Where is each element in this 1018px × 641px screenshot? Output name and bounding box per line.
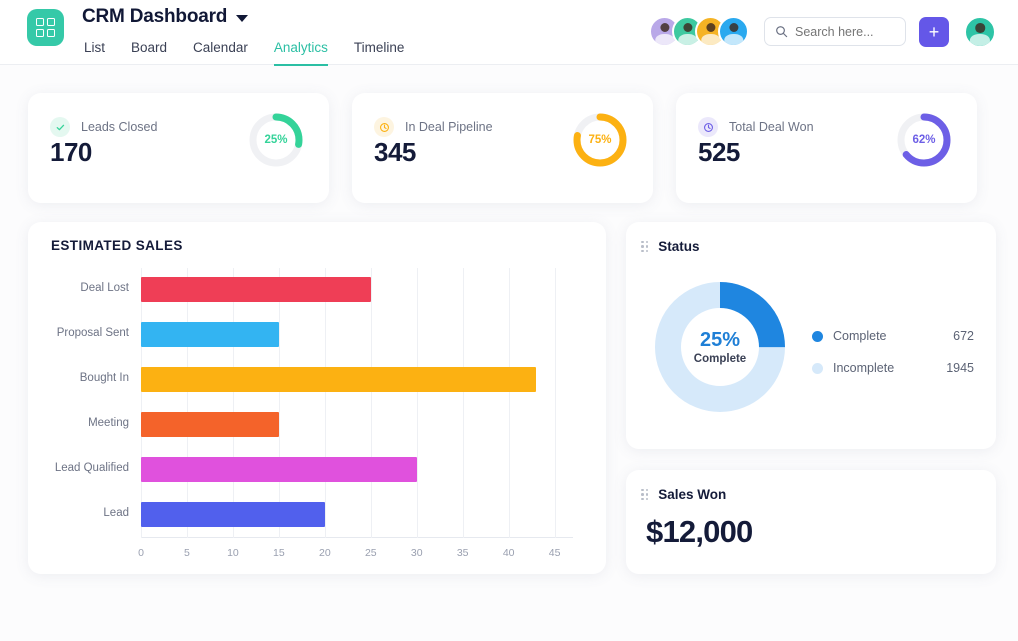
stat-value: 170: [50, 137, 92, 168]
stat-label: In Deal Pipeline: [405, 120, 493, 134]
x-axis-tick-label: 25: [365, 547, 377, 559]
stat-header: Leads Closed: [50, 117, 157, 137]
stat-value: 525: [698, 137, 740, 168]
bar-category-label: Meeting: [88, 417, 129, 429]
bar[interactable]: [141, 412, 279, 437]
avatar-current-user[interactable]: [964, 16, 996, 48]
legend-label: Complete: [833, 329, 953, 343]
bar[interactable]: [141, 502, 325, 527]
tab-analytics[interactable]: Analytics: [274, 40, 328, 66]
status-donut-chart: 25% Complete: [653, 280, 787, 414]
x-axis-tick-label: 35: [457, 547, 469, 559]
bar-category-label: Bought In: [80, 372, 129, 384]
check-circle-icon: [50, 117, 70, 137]
bar-category-label: Deal Lost: [80, 282, 129, 294]
bar[interactable]: [141, 457, 417, 482]
legend-label: Incomplete: [833, 361, 946, 375]
app-header: CRM Dashboard List Board Calendar Analyt…: [0, 0, 1018, 65]
progress-donut: 25%: [247, 111, 305, 169]
status-donut-sublabel: Complete: [694, 353, 746, 365]
stat-card-leads-closed[interactable]: Leads Closed 170 25%: [28, 93, 329, 203]
bar[interactable]: [141, 367, 536, 392]
x-axis-tick-label: 15: [273, 547, 285, 559]
status-card-header: Status: [641, 239, 699, 254]
sales-card-header: Sales Won: [641, 487, 726, 502]
legend-value: 672: [953, 329, 974, 343]
stat-card-in-deal-pipeline[interactable]: In Deal Pipeline 345 75%: [352, 93, 653, 203]
legend-dot-incomplete: [812, 363, 823, 374]
chart-title: ESTIMATED SALES: [51, 238, 183, 253]
bar-row: Proposal Sent: [141, 313, 573, 358]
status-card: Status 25% Complete Complete 672 Incompl…: [626, 222, 996, 449]
x-axis-tick-label: 40: [503, 547, 515, 559]
app-logo: [27, 9, 64, 46]
tab-calendar[interactable]: Calendar: [193, 40, 248, 66]
page-title: CRM Dashboard: [82, 6, 227, 28]
stat-label: Total Deal Won: [729, 120, 814, 134]
bar-category-label: Proposal Sent: [57, 327, 129, 339]
legend-item-complete: Complete 672: [812, 320, 974, 352]
bar-category-label: Lead Qualified: [55, 462, 129, 474]
avatar-group: [649, 16, 749, 47]
grid-squares-icon: [36, 18, 55, 37]
bar-category-label: Lead: [103, 507, 129, 519]
chevron-down-icon[interactable]: [236, 15, 248, 22]
x-axis-tick-label: 20: [319, 547, 331, 559]
bar-row: Bought In: [141, 358, 573, 403]
tab-board[interactable]: Board: [131, 40, 167, 66]
bar-chart-plot: 051015202530354045Deal LostProposal Sent…: [141, 268, 573, 538]
bar[interactable]: [141, 322, 279, 347]
drag-handle-icon[interactable]: [641, 241, 648, 253]
stat-label: Leads Closed: [81, 120, 157, 134]
sales-won-card: Sales Won $12,000: [626, 470, 996, 574]
donut-percent-label: 62%: [895, 111, 953, 169]
tab-list[interactable]: List: [84, 40, 105, 66]
drag-handle-icon[interactable]: [641, 489, 648, 501]
legend-dot-complete: [812, 331, 823, 342]
donut-percent-label: 75%: [571, 111, 629, 169]
bar-row: Deal Lost: [141, 268, 573, 313]
search-box[interactable]: [764, 17, 906, 46]
search-icon: [775, 25, 788, 38]
legend-value: 1945: [946, 361, 974, 375]
bar-row: Lead Qualified: [141, 448, 573, 493]
progress-donut: 62%: [895, 111, 953, 169]
x-axis-tick-label: 5: [184, 547, 190, 559]
stat-card-row: Leads Closed 170 25% In Deal Pipe: [28, 93, 977, 203]
status-donut-center: 25% Complete: [653, 280, 787, 414]
title-row[interactable]: CRM Dashboard: [82, 6, 248, 28]
bar-row: Lead: [141, 493, 573, 538]
bar[interactable]: [141, 277, 371, 302]
tab-timeline[interactable]: Timeline: [354, 40, 405, 66]
bar-row: Meeting: [141, 403, 573, 448]
status-donut-percent: 25%: [700, 329, 740, 352]
legend-item-incomplete: Incomplete 1945: [812, 352, 974, 384]
stat-card-total-deal-won[interactable]: Total Deal Won 525 62%: [676, 93, 977, 203]
add-button[interactable]: +: [919, 17, 949, 47]
donut-percent-label: 25%: [247, 111, 305, 169]
progress-donut: 75%: [571, 111, 629, 169]
clock-icon: [698, 117, 718, 137]
avatar-teammate-4[interactable]: [718, 16, 749, 47]
search-input[interactable]: [795, 25, 895, 39]
x-axis-tick-label: 10: [227, 547, 239, 559]
x-axis-tick-label: 0: [138, 547, 144, 559]
dashboard-root: CRM Dashboard List Board Calendar Analyt…: [0, 0, 1018, 641]
status-card-title: Status: [658, 239, 699, 254]
sales-won-value: $12,000: [646, 514, 752, 550]
tab-bar: List Board Calendar Analytics Timeline: [84, 40, 404, 66]
clock-icon: [374, 117, 394, 137]
x-axis-tick-label: 45: [549, 547, 561, 559]
sales-card-title: Sales Won: [658, 487, 726, 502]
estimated-sales-card: ESTIMATED SALES 051015202530354045Deal L…: [28, 222, 606, 574]
stat-value: 345: [374, 137, 416, 168]
status-legend: Complete 672 Incomplete 1945: [812, 320, 974, 384]
x-axis-tick-label: 30: [411, 547, 423, 559]
stat-header: Total Deal Won: [698, 117, 814, 137]
stat-header: In Deal Pipeline: [374, 117, 493, 137]
